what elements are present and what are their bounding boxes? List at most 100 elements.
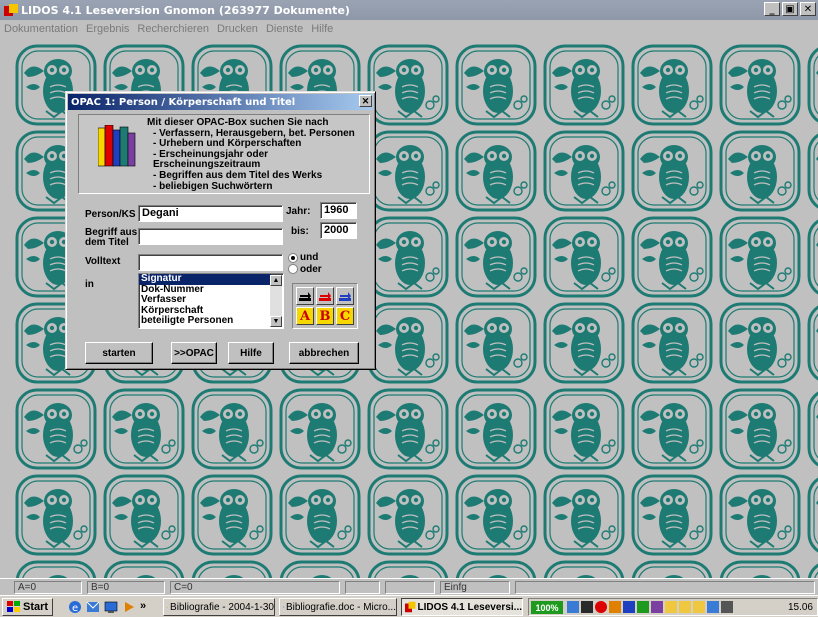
owl-tile <box>806 559 818 578</box>
owl-tile <box>542 559 626 578</box>
dialog-title: OPAC 1: Person / Körperschaft und Titel <box>68 94 373 110</box>
person-input[interactable]: Degani <box>138 205 283 222</box>
task-word[interactable]: W Bibliografie.doc - Micro... <box>279 598 397 616</box>
tray-app-icon-4[interactable] <box>651 601 663 613</box>
set-b-button[interactable]: B <box>316 307 334 325</box>
in-label: in <box>85 279 94 290</box>
word-icon: W <box>283 606 284 608</box>
und-radio[interactable] <box>288 253 298 263</box>
owl-tile <box>366 387 450 471</box>
menu-ergebnis[interactable]: Ergebnis <box>86 23 129 35</box>
start-button[interactable]: starten <box>85 342 153 364</box>
menu-drucken[interactable]: Drucken <box>217 23 258 35</box>
oder-radio[interactable] <box>288 264 298 274</box>
owl-tile <box>454 387 538 471</box>
tray-app-icon-2[interactable] <box>623 601 635 613</box>
menu-dokumentation[interactable]: Dokumentation <box>4 23 78 35</box>
title-bar: LIDOS 4.1 Leseversion Gnomon (263977 Dok… <box>0 0 818 20</box>
owl-tile <box>806 473 818 557</box>
opac-button[interactable]: >>OPAC <box>171 342 217 364</box>
owl-tile <box>278 473 362 557</box>
start-menu-button[interactable]: Start <box>2 597 54 616</box>
owl-tile <box>718 301 802 385</box>
minimize-button[interactable]: _ <box>764 2 780 16</box>
owl-tile <box>278 387 362 471</box>
owl-tile <box>630 473 714 557</box>
taskbar-chevron-icon[interactable]: » <box>140 600 146 612</box>
menu-bar: Dokumentation Ergebnis Recherchieren Dru… <box>0 20 818 38</box>
clock: 15.06 <box>787 602 813 613</box>
set-a-button[interactable]: A <box>296 307 314 325</box>
und-label: und <box>300 252 319 263</box>
menu-hilfe[interactable]: Hilfe <box>311 23 333 35</box>
owl-tile <box>718 559 802 578</box>
owl-tile <box>630 559 714 578</box>
owl-tile <box>630 43 714 127</box>
antivirus-icon[interactable] <box>595 601 607 613</box>
tray-app-icon-9[interactable] <box>721 601 733 613</box>
tray-app-icon-3[interactable] <box>637 601 649 613</box>
help-button[interactable]: Hilfe <box>228 342 274 364</box>
power-icon[interactable] <box>581 601 593 613</box>
cancel-button[interactable]: abbrechen <box>289 342 359 364</box>
list-item[interactable]: beteiligte Personen <box>139 315 271 327</box>
volltext-input[interactable] <box>138 254 283 271</box>
owl-tile <box>454 215 538 299</box>
tray-app-icon-5[interactable] <box>665 601 677 613</box>
task-bibliografie[interactable]: Bibliografie - 2004-1-30 <box>163 598 275 616</box>
zoom-indicator[interactable]: 100% <box>531 601 563 614</box>
bis-label: bis: <box>291 226 309 237</box>
scroll-up-icon[interactable]: ▲ <box>270 275 282 286</box>
owl-tile <box>454 559 538 578</box>
owl-tile <box>14 387 98 471</box>
owl-tile <box>366 215 450 299</box>
field-listbox[interactable]: Signatur Dok-Nummer Verfasser Körperscha… <box>138 273 284 329</box>
owl-tile <box>190 387 274 471</box>
list-item[interactable]: Verfasser <box>139 294 271 306</box>
status-mode: Einfg <box>440 581 510 594</box>
restore-button[interactable]: ▣ <box>782 2 798 16</box>
dialog-close-button[interactable]: ✕ <box>359 95 372 107</box>
tray-app-icon-1[interactable] <box>609 601 621 613</box>
owl-tile <box>366 129 450 213</box>
desktop-icon[interactable] <box>104 600 118 614</box>
tray-app-icon-8[interactable] <box>707 601 719 613</box>
owl-tile <box>14 559 98 578</box>
owl-tile <box>278 559 362 578</box>
tray-app-icon-7[interactable] <box>693 601 705 613</box>
network-icon[interactable] <box>567 601 579 613</box>
set-c-button[interactable]: C <box>336 307 354 325</box>
window-title: LIDOS 4.1 Leseversion Gnomon (263977 Dok… <box>21 3 350 17</box>
begriff-input[interactable] <box>138 228 283 245</box>
jahr-label: Jahr: <box>286 206 311 217</box>
windows-logo-icon <box>7 600 20 612</box>
ie-icon[interactable]: e <box>68 600 82 614</box>
menu-recherchieren[interactable]: Recherchieren <box>137 23 209 35</box>
jahr-input[interactable]: 1960 <box>320 202 357 219</box>
media-icon[interactable] <box>122 600 136 614</box>
scroll-down-icon[interactable]: ▼ <box>270 316 282 327</box>
insert-b-icon[interactable] <box>316 287 334 305</box>
system-tray: 100% 15.06 <box>528 598 818 616</box>
owl-tile <box>366 559 450 578</box>
tray-icons <box>567 601 787 615</box>
close-button[interactable]: ✕ <box>800 2 816 16</box>
list-item[interactable]: Signatur <box>139 273 271 285</box>
owl-tile <box>806 301 818 385</box>
status-a: A=0 <box>14 581 82 594</box>
owl-tile <box>366 473 450 557</box>
bis-input[interactable]: 2000 <box>320 222 357 239</box>
owl-tile <box>806 387 818 471</box>
task-lidos[interactable]: LIDOS 4.1 Leseversi... <box>401 598 523 616</box>
insert-a-icon[interactable] <box>296 287 314 305</box>
outlook-icon[interactable] <box>86 600 100 614</box>
owl-tile <box>630 387 714 471</box>
menu-dienste[interactable]: Dienste <box>266 23 303 35</box>
owl-tile <box>366 301 450 385</box>
tray-app-icon-6[interactable] <box>679 601 691 613</box>
owl-tile <box>102 559 186 578</box>
insert-c-icon[interactable] <box>336 287 354 305</box>
person-label: Person/KS <box>85 209 136 220</box>
list-scrollbar[interactable]: ▲ ▼ <box>270 275 282 327</box>
owl-tile <box>454 43 538 127</box>
